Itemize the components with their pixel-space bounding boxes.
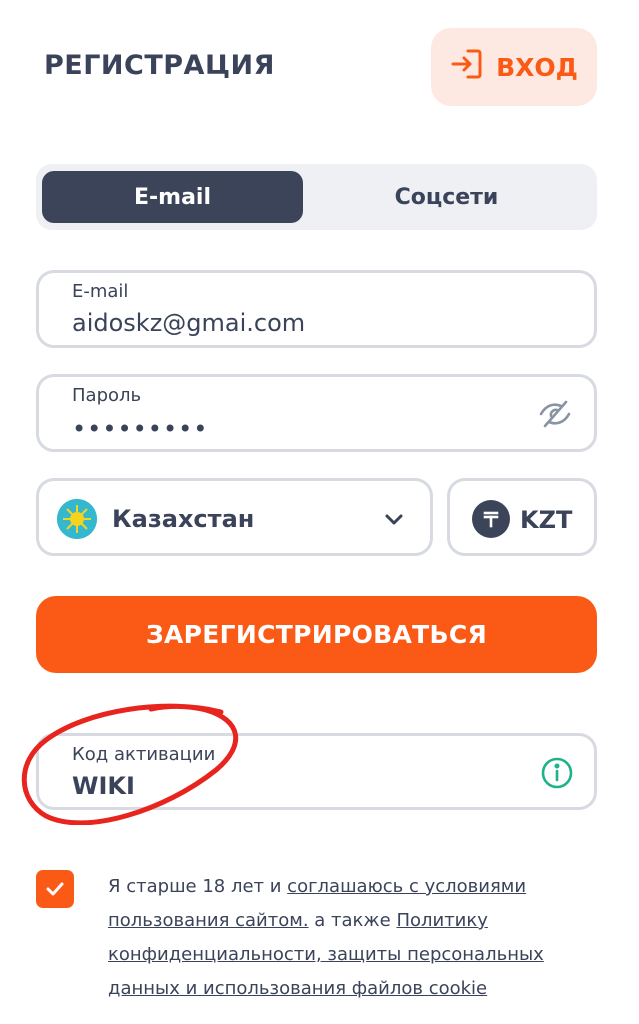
register-button[interactable]: ЗАРЕГИСТРИРОВАТЬСЯ: [36, 596, 597, 673]
page-title: РЕГИСТРАЦИЯ: [44, 50, 275, 81]
consent-text-part-1: Я старше 18 лет и: [108, 876, 288, 897]
password-field-label: Пароль: [72, 385, 142, 406]
email-field-value[interactable]: aidoskz@gmai.com: [72, 309, 305, 337]
chevron-down-icon: [382, 507, 406, 531]
registration-method-tabs: E-mail Соцсети: [36, 164, 597, 230]
tab-email[interactable]: E-mail: [42, 171, 303, 223]
activation-code-value[interactable]: WIKI: [72, 772, 135, 800]
tenge-icon: [472, 500, 510, 538]
checkmark-icon: [46, 882, 64, 896]
login-label: ВХОД: [496, 52, 578, 82]
email-field[interactable]: E-mail aidoskz@gmai.com: [36, 270, 597, 348]
password-field-value[interactable]: •••••••••: [72, 415, 208, 443]
email-field-label: E-mail: [72, 281, 129, 302]
login-icon: [450, 47, 484, 87]
tab-social[interactable]: Соцсети: [316, 171, 577, 223]
country-select[interactable]: Казахстан: [36, 478, 433, 556]
currency-select[interactable]: KZT: [447, 478, 597, 556]
consent-text-part-2: а также: [308, 910, 397, 931]
consent-checkbox[interactable]: [36, 870, 74, 908]
password-field[interactable]: Пароль •••••••••: [36, 374, 597, 452]
activation-code-field[interactable]: Код активации WIKI: [36, 733, 597, 810]
kazakhstan-flag-icon: [57, 499, 97, 539]
eye-off-icon[interactable]: [538, 399, 572, 429]
login-button[interactable]: ВХОД: [431, 28, 597, 106]
country-select-value: Казахстан: [112, 505, 255, 533]
currency-select-value: KZT: [520, 506, 573, 534]
info-icon[interactable]: [540, 756, 574, 790]
activation-code-label: Код активации: [72, 744, 216, 765]
consent-text: Я старше 18 лет и соглашаюсь с условиями…: [108, 870, 588, 1006]
